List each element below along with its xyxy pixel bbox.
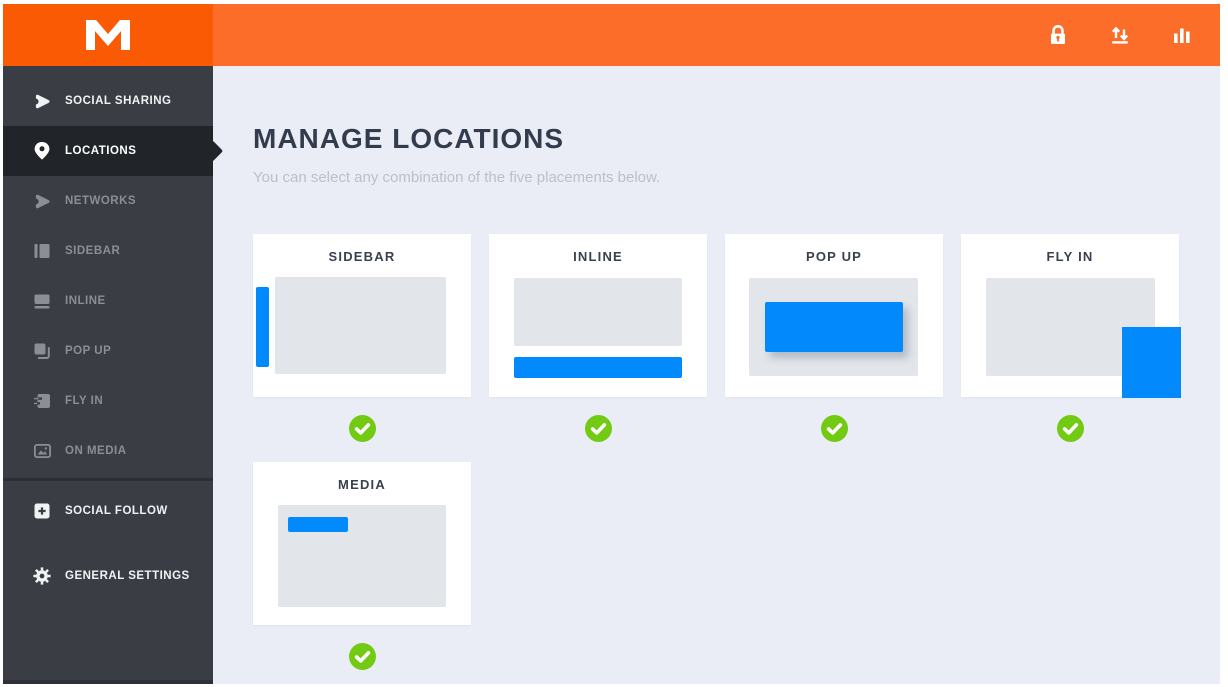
sidebar: SOCIAL SHARING LOCATIONS NETWORKS SIDEBA…	[3, 66, 224, 684]
monarch-m-icon	[86, 20, 130, 50]
placement-card-inline[interactable]: INLINE	[489, 234, 707, 397]
placements-grid: SIDEBAR INLINE POP UP FLY IN MEDIA	[253, 234, 1220, 670]
sidebar-item-label: ON MEDIA	[65, 445, 127, 457]
sidebar-item-locations[interactable]: LOCATIONS	[3, 126, 224, 176]
on-media-icon	[33, 442, 51, 460]
placement-sidebar: SIDEBAR	[253, 234, 471, 442]
sidebar-item-label: LOCATIONS	[65, 145, 137, 157]
sidebar-item-networks[interactable]: NETWORKS	[3, 176, 213, 226]
sidebar-item-label: INLINE	[65, 295, 106, 307]
screenshot-frame: SOCIAL SHARING LOCATIONS NETWORKS SIDEBA…	[0, 0, 1228, 687]
page-subtitle: You can select any combination of the fi…	[253, 169, 661, 186]
lock-icon[interactable]	[1048, 25, 1068, 45]
sidebar-section-divider	[3, 478, 213, 481]
sidebar-item-label: SIDEBAR	[65, 245, 121, 257]
stats-icon[interactable]	[1172, 25, 1192, 45]
placement-card-title: FLY IN	[1046, 249, 1094, 264]
gear-icon	[33, 566, 51, 585]
media-badge-illustration	[288, 517, 348, 532]
selected-check-icon[interactable]	[348, 415, 376, 442]
sidebar-item-label: SOCIAL FOLLOW	[65, 504, 168, 517]
placement-pop-up: POP UP	[725, 234, 943, 442]
social-follow-icon	[33, 502, 51, 520]
monarch-logo[interactable]	[3, 4, 213, 66]
selected-check-icon[interactable]	[348, 643, 376, 670]
inline-bar-illustration	[514, 357, 682, 378]
sidebar-bar-illustration	[256, 287, 269, 367]
top-header	[3, 4, 1220, 66]
sidebar-item-label: NETWORKS	[65, 195, 137, 207]
sidebar-item-label: FLY IN	[65, 395, 104, 407]
main-content: MANAGE LOCATIONS You can select any comb…	[213, 66, 1220, 684]
import-export-icon[interactable]	[1110, 25, 1130, 45]
share-icon	[33, 92, 51, 110]
placement-card-title: INLINE	[573, 249, 623, 264]
body-row: SOCIAL SHARING LOCATIONS NETWORKS SIDEBA…	[3, 66, 1220, 684]
fly-in-icon	[33, 392, 51, 410]
inline-icon	[33, 292, 51, 310]
selected-check-icon[interactable]	[584, 415, 612, 442]
topbar	[213, 4, 1220, 66]
placement-card-sidebar[interactable]: SIDEBAR	[253, 234, 471, 397]
sidebar-item-sidebar[interactable]: SIDEBAR	[3, 226, 213, 276]
fly-in-box-illustration	[1122, 327, 1181, 398]
placement-card-title: MEDIA	[338, 477, 386, 492]
placement-media: MEDIA	[253, 462, 471, 670]
sidebar-icon	[33, 242, 51, 260]
content-placeholder	[514, 278, 682, 346]
placement-card-title: SIDEBAR	[328, 249, 396, 264]
sidebar-item-social-follow[interactable]: SOCIAL FOLLOW	[3, 483, 213, 538]
sidebar-item-fly-in[interactable]: FLY IN	[3, 376, 213, 426]
placement-card-pop-up[interactable]: POP UP	[725, 234, 943, 397]
sidebar-item-pop-up[interactable]: POP UP	[3, 326, 213, 376]
placement-inline: INLINE	[489, 234, 707, 442]
page-title: MANAGE LOCATIONS	[253, 123, 565, 154]
content-placeholder	[275, 277, 446, 374]
sidebar-item-label: POP UP	[65, 345, 112, 357]
sidebar-item-label: SOCIAL SHARING	[65, 95, 172, 107]
sidebar-item-label: GENERAL SETTINGS	[65, 569, 190, 582]
placement-card-media[interactable]: MEDIA	[253, 462, 471, 625]
popup-modal-illustration	[765, 302, 903, 352]
placement-card-fly-in[interactable]: FLY IN	[961, 234, 1181, 398]
monarch-settings-window: SOCIAL SHARING LOCATIONS NETWORKS SIDEBA…	[3, 4, 1220, 684]
location-pin-icon	[33, 142, 51, 160]
sidebar-item-social-sharing[interactable]: SOCIAL SHARING	[3, 76, 213, 126]
popup-icon	[33, 342, 51, 360]
placement-card-title: POP UP	[805, 249, 863, 264]
selected-check-icon[interactable]	[1056, 415, 1084, 442]
selected-check-icon[interactable]	[820, 415, 848, 442]
sidebar-item-on-media[interactable]: ON MEDIA	[3, 426, 213, 476]
placement-fly-in: FLY IN	[961, 234, 1181, 442]
sidebar-item-general-settings[interactable]: GENERAL SETTINGS	[3, 548, 213, 603]
sidebar-item-inline[interactable]: INLINE	[3, 276, 213, 326]
share-icon	[33, 192, 51, 210]
